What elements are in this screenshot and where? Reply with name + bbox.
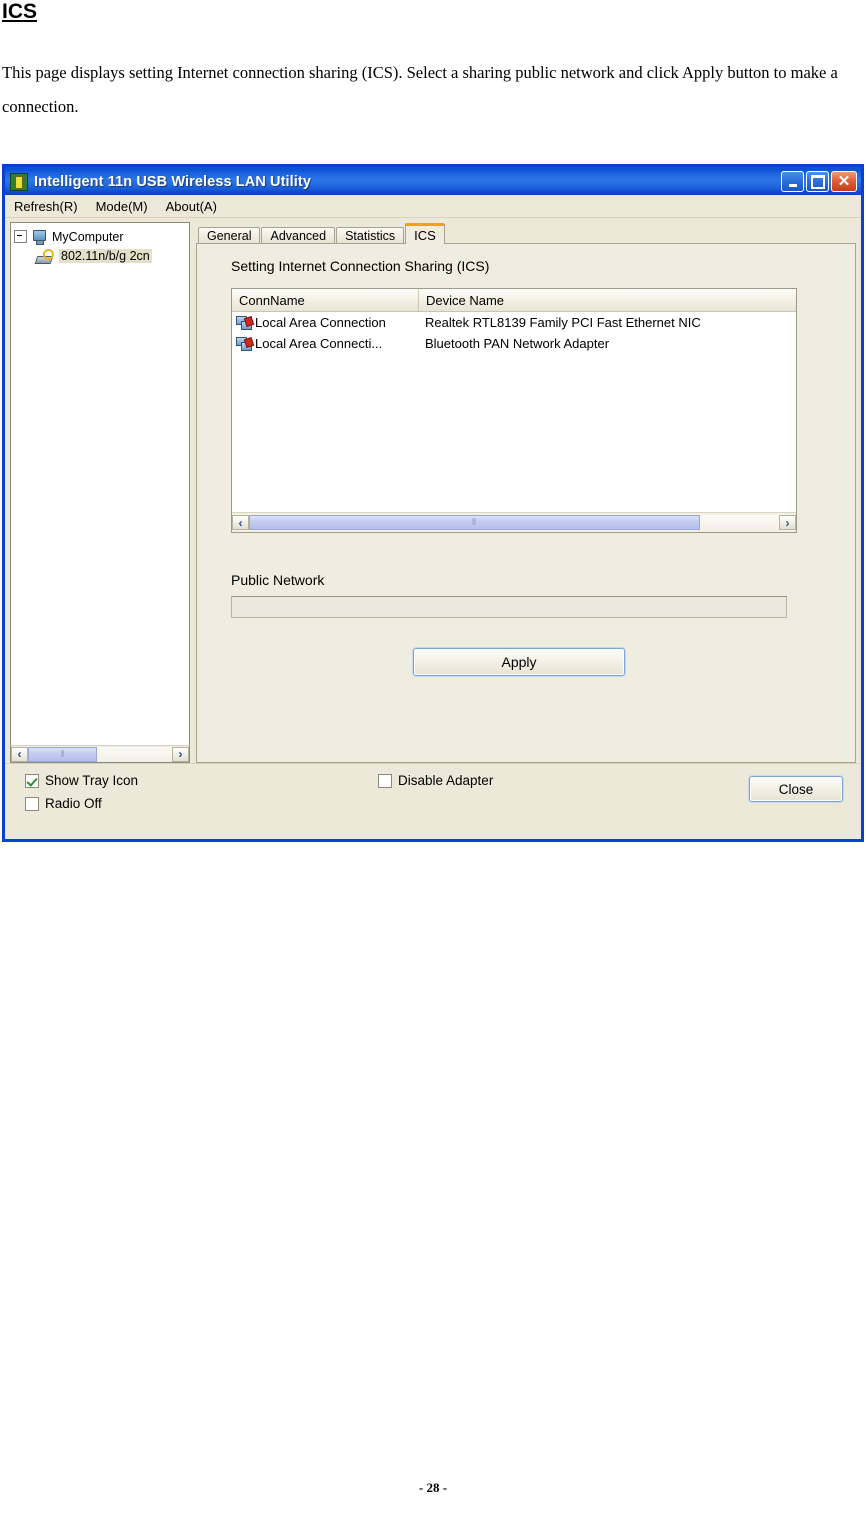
tab-strip: General Advanced Statistics ICS <box>196 222 856 244</box>
tab-statistics[interactable]: Statistics <box>336 227 405 244</box>
tree-node-mycomputer-label: MyComputer <box>52 229 124 244</box>
lan-connection-icon <box>236 336 255 351</box>
tab-area: General Advanced Statistics ICS Setting … <box>196 222 856 763</box>
radio-off-label: Radio Off <box>45 796 102 811</box>
minimize-button[interactable] <box>781 171 804 192</box>
show-tray-icon-checkbox[interactable]: Show Tray Icon <box>25 773 138 788</box>
listview-scroll-left-button[interactable]: ‹ <box>232 515 249 530</box>
section-title: Setting Internet Connection Sharing (ICS… <box>231 258 490 274</box>
listview-scroll-thumb[interactable]: ⦀ <box>249 515 700 530</box>
status-bar: Show Tray Icon Radio Off Disable Adapter… <box>5 763 861 814</box>
device-tree-panel[interactable]: MyComputer 802.11n/b/g 2cn ‹ ⦀ › <box>10 222 190 763</box>
chevron-left-icon: ‹ <box>238 515 243 530</box>
window-body: MyComputer 802.11n/b/g 2cn ‹ ⦀ › General… <box>5 218 861 763</box>
cell-conn-name: Local Area Connection <box>232 315 419 330</box>
chevron-right-icon: › <box>178 747 183 761</box>
column-header-devicename[interactable]: Device Name <box>419 289 796 311</box>
tree-node-adapter[interactable]: 802.11n/b/g 2cn <box>14 246 186 265</box>
tab-advanced[interactable]: Advanced <box>261 227 336 244</box>
computer-icon <box>31 229 47 245</box>
chevron-left-icon: ‹ <box>17 747 22 761</box>
app-shield-icon <box>10 173 28 191</box>
window-title: Intelligent 11n USB Wireless LAN Utility <box>34 174 312 190</box>
scroll-grip-icon: ⦀ <box>472 517 477 527</box>
listview-scroll-track[interactable]: ⦀ <box>249 515 779 530</box>
listview-scroll-right-button[interactable]: › <box>779 515 796 530</box>
page-number: - 28 - <box>418 1480 448 1495</box>
connections-listview[interactable]: ConnName Device Name Local Area Connecti… <box>231 288 797 533</box>
chevron-right-icon: › <box>785 515 790 530</box>
disable-adapter-label: Disable Adapter <box>398 773 494 788</box>
minimize-icon <box>788 184 797 187</box>
tree-horizontal-scrollbar[interactable]: ‹ ⦀ › <box>11 745 189 762</box>
cell-conn-name-text: Local Area Connection <box>255 315 386 330</box>
listview-horizontal-scrollbar[interactable]: ‹ ⦀ › <box>232 512 796 532</box>
tree-node-mycomputer[interactable]: MyComputer <box>14 227 186 246</box>
radio-off-checkbox[interactable]: Radio Off <box>25 796 102 811</box>
wireless-adapter-icon <box>36 248 54 263</box>
tree-scroll-thumb[interactable]: ⦀ <box>28 746 98 762</box>
lan-connection-icon <box>236 315 255 330</box>
tab-ics[interactable]: ICS <box>405 223 445 244</box>
ics-tab-page: Setting Internet Connection Sharing (ICS… <box>196 243 856 763</box>
tree-expander-icon[interactable] <box>14 230 27 243</box>
tree-scroll-left-button[interactable]: ‹ <box>11 746 28 762</box>
table-row[interactable]: Local Area Connecti... Bluetooth PAN Net… <box>232 333 796 354</box>
tree-scroll-track[interactable]: ⦀ <box>28 746 172 762</box>
window-title-bar: Intelligent 11n USB Wireless LAN Utility… <box>5 164 861 195</box>
close-button[interactable]: Close <box>748 775 844 803</box>
listview-header: ConnName Device Name <box>232 289 796 312</box>
tree-scroll-right-button[interactable]: › <box>172 746 189 762</box>
maximize-icon <box>810 174 825 189</box>
public-network-input[interactable] <box>231 596 787 618</box>
tree-node-adapter-label: 802.11n/b/g 2cn <box>59 248 152 263</box>
device-tree: MyComputer 802.11n/b/g 2cn <box>11 223 189 265</box>
cell-conn-name-text: Local Area Connecti... <box>255 336 383 351</box>
checkbox-check-icon <box>25 773 39 788</box>
menu-item-refresh[interactable]: Refresh(R) <box>14 199 78 214</box>
table-row[interactable]: Local Area Connection Realtek RTL8139 Fa… <box>232 312 796 333</box>
show-tray-icon-label: Show Tray Icon <box>45 773 139 788</box>
menu-item-mode[interactable]: Mode(M) <box>96 199 148 214</box>
column-header-connname[interactable]: ConnName <box>232 289 419 311</box>
window-controls: ✕ <box>781 171 857 192</box>
menu-item-about[interactable]: About(A) <box>166 199 217 214</box>
cell-device-name: Bluetooth PAN Network Adapter <box>425 336 610 351</box>
checkbox-empty-icon <box>25 796 39 811</box>
page-title: ICS <box>2 0 38 23</box>
public-network-label: Public Network <box>231 572 325 588</box>
tab-general[interactable]: General <box>198 227 261 244</box>
listview-rows: Local Area Connection Realtek RTL8139 Fa… <box>232 312 796 512</box>
application-window: Intelligent 11n USB Wireless LAN Utility… <box>2 164 864 842</box>
disable-adapter-checkbox[interactable]: Disable Adapter <box>378 773 493 788</box>
page-description: This page displays setting Internet conn… <box>2 63 838 116</box>
close-icon: ✕ <box>837 173 851 190</box>
apply-button[interactable]: Apply <box>412 647 626 677</box>
checkbox-empty-icon <box>378 773 392 788</box>
scroll-grip-icon: ⦀ <box>60 748 65 759</box>
maximize-button[interactable] <box>806 171 829 192</box>
cell-device-name: Realtek RTL8139 Family PCI Fast Ethernet… <box>425 315 701 330</box>
cell-conn-name: Local Area Connecti... <box>232 336 419 351</box>
menu-bar: Refresh(R) Mode(M) About(A) <box>5 195 861 218</box>
window-close-button[interactable]: ✕ <box>831 171 857 192</box>
